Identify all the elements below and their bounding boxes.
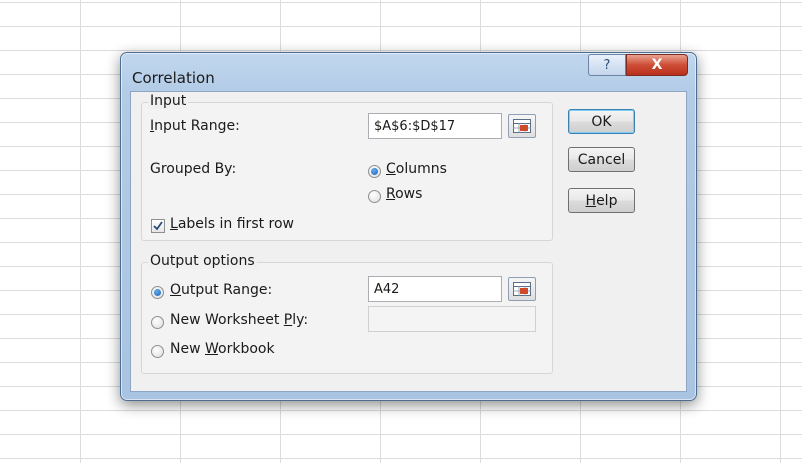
cancel-button[interactable]: Cancel	[568, 147, 635, 172]
output-range-collapse-button[interactable]	[508, 277, 536, 301]
input-range-collapse-button[interactable]	[508, 114, 536, 138]
output-range-radio-label[interactable]: Output Range:	[170, 282, 272, 298]
rows-radio-label[interactable]: Rows	[386, 186, 422, 202]
output-range-radio[interactable]	[151, 286, 164, 299]
output-range-field[interactable]	[368, 276, 502, 302]
close-button[interactable]: X	[626, 54, 688, 76]
dialog-client-area: Input Input Range: Grouped By: Columns R…	[130, 91, 687, 392]
checkmark-icon	[153, 221, 163, 231]
columns-radio[interactable]	[368, 165, 381, 178]
new-worksheet-ply-radio[interactable]	[151, 316, 164, 329]
new-workbook-label[interactable]: New Workbook	[170, 341, 275, 357]
new-worksheet-ply-field[interactable]	[368, 306, 536, 332]
input-range-field[interactable]	[368, 113, 502, 139]
correlation-dialog: Correlation ? X Input Input Range: Group…	[120, 52, 697, 401]
window-buttons: ? X	[588, 54, 688, 76]
new-worksheet-ply-label[interactable]: New Worksheet Ply:	[170, 312, 308, 328]
labels-in-first-row-checkbox[interactable]	[151, 219, 165, 233]
labels-in-first-row-label[interactable]: Labels in first row	[170, 216, 294, 232]
new-workbook-radio[interactable]	[151, 345, 164, 358]
dialog-title: Correlation	[132, 69, 215, 87]
input-group-legend: Input	[148, 93, 189, 109]
ok-button[interactable]: OK	[568, 109, 635, 134]
columns-radio-label[interactable]: Columns	[386, 161, 447, 177]
range-selector-icon	[513, 119, 531, 133]
range-selector-icon	[513, 282, 531, 296]
help-button[interactable]: Help	[568, 188, 635, 213]
question-mark-icon: ?	[603, 57, 611, 73]
title-help-button[interactable]: ?	[588, 54, 626, 76]
grouped-by-label: Grouped By:	[150, 161, 237, 177]
close-icon: X	[651, 57, 663, 73]
output-group-legend: Output options	[148, 253, 257, 269]
rows-radio[interactable]	[368, 190, 381, 203]
input-range-label: Input Range:	[150, 118, 240, 134]
